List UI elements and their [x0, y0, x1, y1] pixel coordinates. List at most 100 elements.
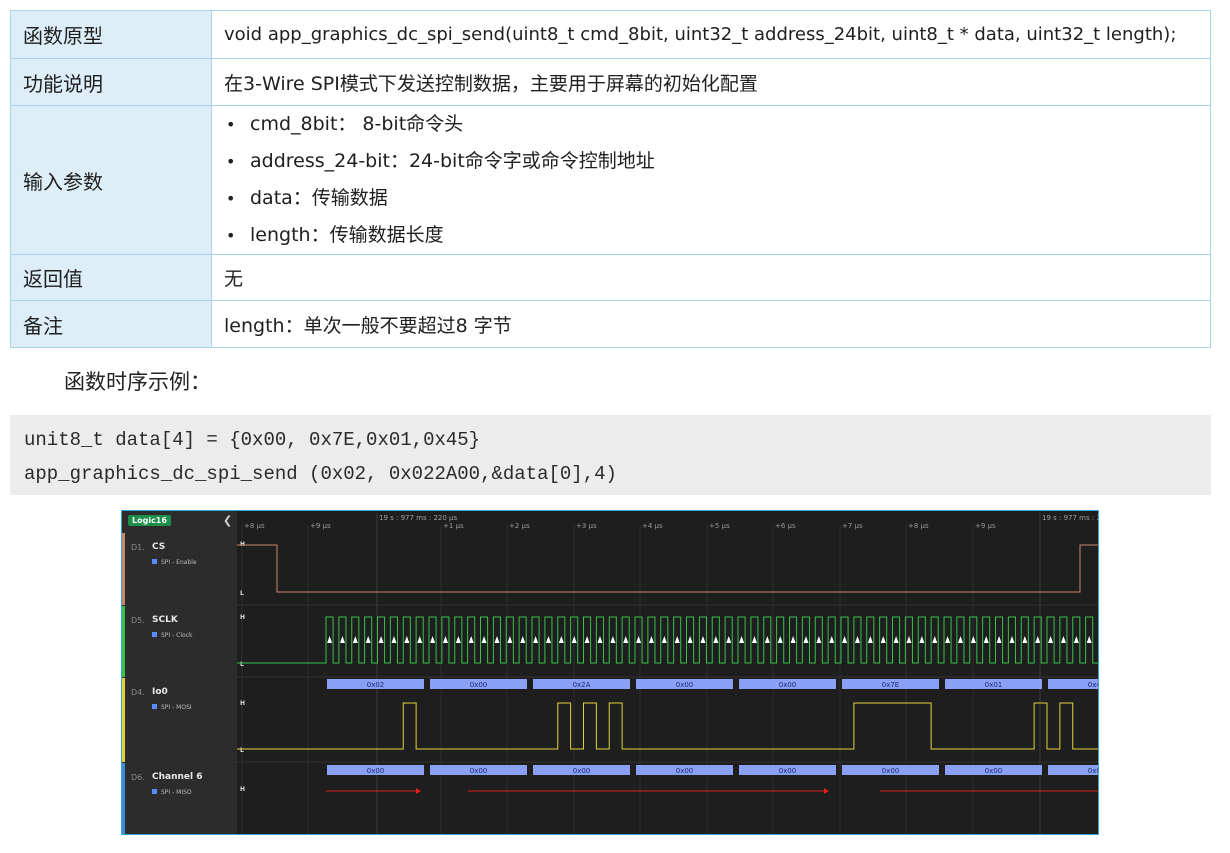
row-key: 输入参数 [10, 105, 212, 255]
clock-edge-marker [854, 636, 860, 643]
param-text: data：传输数据 [250, 187, 388, 209]
clock-edge-marker [571, 636, 577, 643]
channel-number: D5. [131, 616, 145, 625]
clock-edge-marker [327, 636, 333, 643]
time-tick-label: +9 µs [975, 522, 996, 530]
mosi-byte-value: 0x01 [985, 681, 1003, 689]
miso-byte-value: 0x00 [882, 767, 900, 775]
clock-edge-marker [545, 636, 551, 643]
clock-edge-marker [352, 636, 358, 643]
remark-value: length：单次一般不要超过8 字节 [211, 300, 1211, 348]
row-key: 功能说明 [10, 58, 212, 106]
channel-6[interactable]: D6. Channel 6 SPI - MISO [122, 763, 237, 834]
clock-edge-marker [1009, 636, 1015, 643]
api-table: 函数原型 void app_graphics_dc_spi_send(uint8… [10, 10, 1211, 348]
channel-io0[interactable]: D4. Io0 SPI - MOSI [122, 678, 237, 762]
clock-edge-marker [533, 636, 539, 643]
logic16-logo: Logic16 [128, 515, 171, 526]
clock-edge-marker [442, 636, 448, 643]
param-text: length：传输数据长度 [250, 224, 444, 246]
mosi-byte-value: 0x00 [779, 681, 797, 689]
clock-edge-marker [880, 636, 886, 643]
row-key: 函数原型 [10, 10, 212, 59]
mosi-byte-value: 0x00 [676, 681, 694, 689]
clock-edge-marker [558, 636, 564, 643]
miso-byte-value: 0x00 [985, 767, 1003, 775]
bullet-icon: • [226, 115, 236, 134]
clock-edge-marker [1048, 636, 1054, 643]
time-tick-label: +2 µs [509, 522, 530, 530]
miso-byte-value: 0x00 [573, 767, 591, 775]
logic-analyzer: Logic16 ❮ D1. CS SPI - Enable D5. SCLK S… [121, 510, 1099, 835]
clock-edge-marker [661, 636, 667, 643]
clock-edge-marker [417, 636, 423, 643]
clock-edge-marker [404, 636, 410, 643]
table-row-description: 功能说明 在3-Wire SPI模式下发送控制数据，主要用于屏幕的初始化配置 [10, 58, 1211, 106]
level-label: L [240, 661, 244, 668]
code-line: app_graphics_dc_spi_send (0x02, 0x022A00… [24, 463, 617, 485]
section-title: 函数时序示例： [64, 370, 211, 394]
timestamp-label: 19 s : 977 ms : 220 µs [379, 514, 457, 522]
param-text: address_24-bit：24-bit命令字或命令控制地址 [250, 150, 655, 172]
clock-edge-marker [430, 636, 436, 643]
clock-edge-marker [339, 636, 345, 643]
param-item: • cmd_8bit： 8-bit命令头 [224, 106, 1198, 143]
clock-edge-marker [1035, 636, 1041, 643]
clock-edge-marker [1086, 636, 1092, 643]
clock-edge-marker [648, 636, 654, 643]
waveform-view[interactable]: +8 µs +9 µs +1 µs +2 µs +3 µs +4 µs +5 µs +6 µs… [237, 511, 1099, 835]
clock-edge-marker [597, 636, 603, 643]
channel-name: SCLK [152, 615, 178, 625]
clock-edge-marker [481, 636, 487, 643]
table-row-remark: 备注 length：单次一般不要超过8 字节 [10, 300, 1211, 348]
miso-byte-value: 0x00 [470, 767, 488, 775]
clock-edge-marker [584, 636, 590, 643]
clock-edge-marker [893, 636, 899, 643]
clock-edge-marker [700, 636, 706, 643]
square-icon [152, 559, 157, 564]
sclk-waveform [237, 616, 1098, 664]
param-item: • address_24-bit：24-bit命令字或命令控制地址 [224, 143, 1198, 180]
clock-edge-marker [520, 636, 526, 643]
code-line: unit8_t data[4] = {0x00, 0x7E,0x01,0x45} [24, 429, 481, 451]
table-row-prototype: 函数原型 void app_graphics_dc_spi_send(uint8… [10, 10, 1211, 59]
level-label: H [240, 614, 245, 621]
miso-arrow-head [416, 788, 421, 794]
clock-edge-marker [906, 636, 912, 643]
params-cell: • cmd_8bit： 8-bit命令头 • address_24-bit：24-b… [211, 105, 1211, 255]
channel-color-bar [122, 533, 125, 605]
clock-edge-marker [957, 636, 963, 643]
channel-number: D6. [131, 773, 145, 782]
function-prototype: void app_graphics_dc_spi_send(uint8_t cm… [211, 10, 1211, 59]
clock-edge-marker [919, 636, 925, 643]
function-description: 在3-Wire SPI模式下发送控制数据，主要用于屏幕的初始化配置 [211, 58, 1211, 106]
time-tick-label: +6 µs [775, 522, 796, 530]
channel-color-bar [122, 606, 125, 677]
square-icon [152, 704, 157, 709]
bullet-icon: • [226, 226, 236, 245]
level-label: L [240, 747, 244, 754]
time-tick-label: +3 µs [576, 522, 597, 530]
channel-analyzer-label: SPI - Clock [152, 632, 192, 639]
channel-number: D4. [131, 688, 145, 697]
row-key: 返回值 [10, 254, 212, 301]
clock-edge-marker [623, 636, 629, 643]
channel-number: D1. [131, 543, 145, 552]
clock-edge-marker [391, 636, 397, 643]
time-tick-label: +8 µs [908, 522, 929, 530]
mosi-byte-value: 0x7E [882, 681, 899, 689]
square-icon [152, 789, 157, 794]
channel-analyzer-label: SPI - Enable [152, 559, 197, 566]
clock-edge-marker [378, 636, 384, 643]
chevron-left-icon[interactable]: ❮ [223, 514, 232, 527]
channel-cs[interactable]: D1. CS SPI - Enable [122, 533, 237, 605]
mosi-byte-value: 0x45 [1088, 681, 1099, 689]
code-block: unit8_t data[4] = {0x00, 0x7E,0x01,0x45}… [10, 415, 1211, 495]
clock-edge-marker [365, 636, 371, 643]
param-text: cmd_8bit： 8-bit命令头 [250, 113, 464, 135]
clock-edge-marker [674, 636, 680, 643]
clock-edge-marker [751, 636, 757, 643]
bullet-icon: • [226, 189, 236, 208]
time-tick-label: +5 µs [709, 522, 730, 530]
channel-sclk[interactable]: D5. SCLK SPI - Clock [122, 606, 237, 677]
